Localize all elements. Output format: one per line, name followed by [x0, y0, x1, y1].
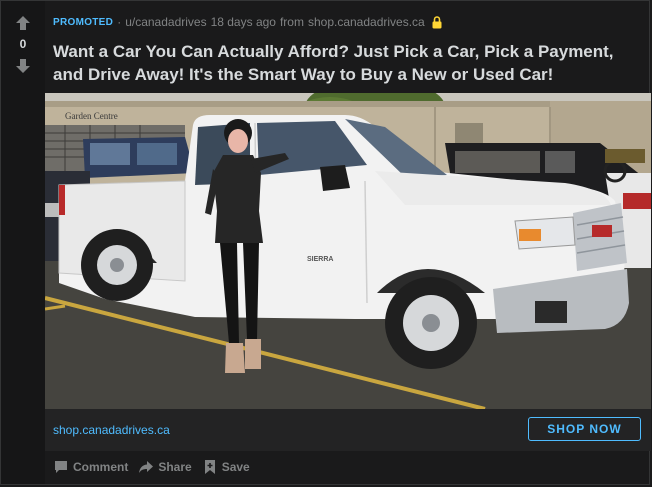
save-icon: [204, 460, 215, 474]
comment-icon: [55, 461, 67, 473]
comment-label: Comment: [73, 460, 129, 474]
source-domain[interactable]: shop.canadadrives.ca: [308, 15, 425, 29]
share-label: Share: [158, 460, 192, 474]
save-button[interactable]: Save: [202, 459, 250, 475]
lock-icon: [432, 15, 442, 29]
cta-domain-link[interactable]: shop.canadadrives.ca: [53, 423, 170, 437]
from-label: from: [279, 15, 304, 29]
ad-image[interactable]: Garden Centre SIERRA: [45, 93, 651, 409]
post-content: PROMOTED · u/canadadrives 18 days ago fr…: [45, 1, 651, 484]
shop-now-button[interactable]: SHOP NOW: [528, 417, 641, 441]
upvote-arrow-icon[interactable]: [15, 15, 31, 31]
promoted-post: 0 PROMOTED · u/canadadrives 18 days ago …: [0, 0, 651, 485]
share-icon: [139, 461, 154, 473]
truck-badge: SIERRA: [307, 256, 333, 263]
downvote-arrow-icon[interactable]: [15, 58, 31, 74]
vote-column: 0: [1, 1, 45, 484]
author-link[interactable]: u/canadadrives: [125, 15, 206, 29]
save-label: Save: [221, 460, 250, 474]
post-actions: Comment Share Save: [53, 457, 260, 477]
meta-separator: ·: [117, 15, 122, 29]
cta-bar: shop.canadadrives.ca SHOP NOW: [45, 409, 651, 451]
promoted-label: PROMOTED: [53, 16, 114, 28]
post-title[interactable]: Want a Car You Can Actually Afford? Just…: [53, 40, 638, 86]
share-button[interactable]: Share: [138, 459, 192, 475]
vote-score: 0: [19, 37, 27, 51]
post-meta: PROMOTED · u/canadadrives 18 days ago fr…: [53, 14, 442, 30]
comment-button[interactable]: Comment: [53, 459, 128, 475]
post-age: 18 days ago: [210, 15, 276, 29]
store-sign: Garden Centre: [65, 111, 118, 121]
